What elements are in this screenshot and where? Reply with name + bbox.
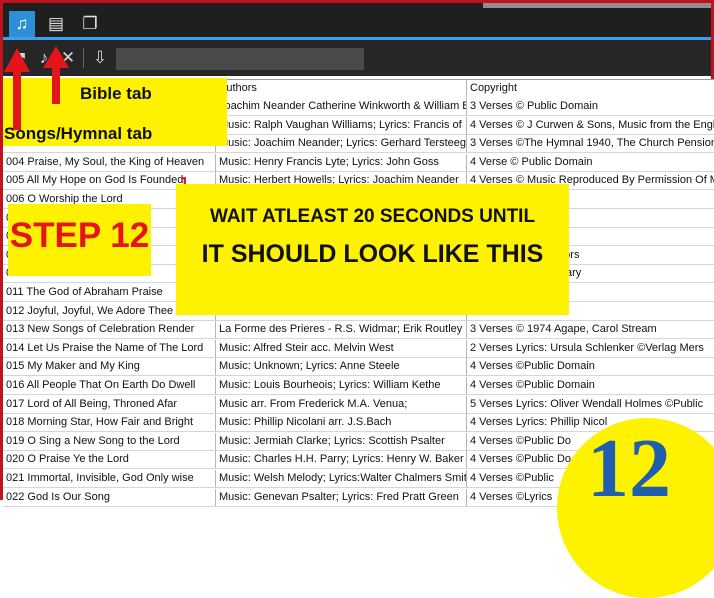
table-row[interactable]: 014 Let Us Praise the Name of The Lord Mu… [3,339,714,358]
wait-line-1: WAIT ATLEAST 20 SECONDS UNTIL [209,206,536,227]
bible-book-icon: ▤ [47,14,65,33]
song-title-cell: 021 Immortal, Invisible, God Only wise [3,470,216,487]
title-bar-block [483,3,711,8]
song-title-cell: 022 God Is Our Song [3,488,216,506]
authors-cell: Joachim Neander Catherine Winkworth & Wi… [216,98,467,115]
song-title-cell: 004 Praise, My Soul, the King of Heaven [3,153,216,171]
authors-cell: Music: Joachim Neander; Lyrics: Gerhard … [216,135,467,153]
documents-icon: ❐ [82,14,98,33]
music-note-icon: ♫ [15,14,29,33]
copyright-cell: 3 Verses ©The Hymnal 1940, The Church Pe… [470,137,714,150]
table-row[interactable]: 016 All People That On Earth Do Dwell Mus… [3,377,714,395]
copyright-cell: 4 Verses ©Public Domain [470,379,595,391]
copyright-cell: 5 Verses Lyrics: Oliver Wendall Holmes ©… [470,397,704,410]
wait-callout: WAIT ATLEAST 20 SECONDS UNTIL IT SHOULD … [176,184,569,315]
authors-cell: Music: Jermiah Clarke; Lyrics: Scottish … [216,432,467,450]
table-row[interactable]: 004 Praise, My Soul, the King of Heaven M… [3,153,714,172]
red-arrows [4,46,69,130]
song-title-cell: 018 Morning Star, How Fair and Bright [3,414,216,432]
column-header-copyright[interactable]: Copyright [467,80,714,97]
song-title-cell: 016 All People That On Earth Do Dwell [3,377,216,394]
toolbar: ⬈ ♪ ✕ ⇩ [3,40,711,76]
table-row[interactable]: 013 New Songs of Celebration Render La Fo… [3,321,714,340]
authors-cell: Music: Welsh Melody; Lyrics:Walter Chalm… [216,470,467,487]
songs-arrow [4,48,30,130]
authors-cell: Music: Ralph Vaughan Williams; Lyrics: F… [216,116,467,134]
copyright-cell: 3 Verses © Public Domain [470,100,598,112]
wait-line-2: IT SHOULD LOOK LIKE THIS [201,240,544,268]
bible-tab-label: Bible tab [80,84,152,103]
song-title-cell: 015 My Maker and My King [3,358,216,376]
authors-cell: Music: Unknown; Lyrics: Anne Steele [216,358,467,376]
table-row[interactable]: 017 Lord of All Being, Throned Afar Music… [3,395,714,414]
tab-songs[interactable]: ♫ [9,11,35,37]
authors-cell: La Forme des Prieres - R.S. Widmar; Erik… [216,321,467,339]
column-header-authors[interactable]: Authors [216,80,467,97]
song-title-cell: 014 Let Us Praise the Name of The Lord [3,339,216,357]
song-title-cell: 013 New Songs of Celebration Render [3,321,216,339]
search-input[interactable] [116,48,364,70]
copyright-cell: 4 Verse © Public Domain [470,155,593,168]
authors-cell: Music arr. From Frederick M.A. Venua; [216,395,467,413]
table-row[interactable]: 015 My Maker and My King Music: Unknown; … [3,358,714,377]
copyright-cell: 2 Verses Lyrics: Ursula Schlenker ©Verla… [470,341,704,354]
authors-cell: Music: Alfred Steir acc. Melvin West [216,339,467,357]
song-title-cell: 019 O Sing a New Song to the Lord [3,432,216,450]
step-callout: STEP 12 [8,204,151,276]
copyright-cell: 4 Verses ©Public Domain [470,360,595,373]
tab-bible[interactable]: ▤ [43,11,69,37]
authors-cell: Music: Genevan Psalter; Lyrics: Fred Pra… [216,488,467,506]
bible-arrow [43,46,69,104]
authors-cell: Music: Henry Francis Lyte; Lyrics: John … [216,153,467,171]
authors-cell: Music: Phillip Nicolani arr. J.S.Bach [216,414,467,432]
step-badge-number: 12 [587,422,671,515]
authors-cell: Music: Charles H.H. Parry; Lyrics: Henry… [216,451,467,469]
song-title-cell: 017 Lord of All Being, Throned Afar [3,395,216,413]
download-icon: ⇩ [92,48,108,67]
song-title-cell: 020 O Praise Ye the Lord [3,451,216,469]
tab-documents[interactable]: ❐ [77,11,103,37]
authors-cell: Music: Louis Bourheois; Lyrics: William … [216,377,467,394]
title-bar: ♫ ▤ ❐ [3,3,711,40]
copyright-cell: 3 Verses © 1974 Agape, Carol Stream [470,323,657,336]
download-button[interactable]: ⇩ [89,46,111,70]
copyright-cell: 4 Verses © J Curwen & Sons, Music from t… [470,118,714,131]
step-label: STEP 12 [9,216,150,255]
